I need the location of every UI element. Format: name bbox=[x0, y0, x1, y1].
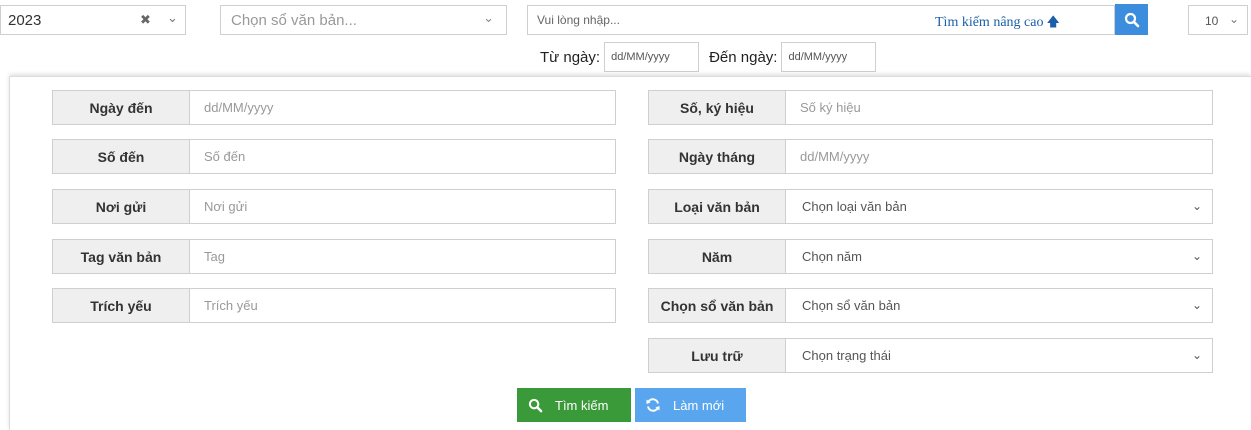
document-book-select-placeholder: Chọn sổ văn bản... bbox=[231, 12, 357, 29]
document-type-field: Loại văn bản Chọn loại văn bản ⌄ bbox=[648, 189, 1213, 224]
incoming-number-field: Số đến bbox=[52, 139, 616, 174]
select-value: Chọn năm bbox=[802, 249, 862, 264]
chevron-down-icon: ⌄ bbox=[1191, 298, 1202, 312]
field-label: Năm bbox=[649, 240, 786, 273]
document-type-select[interactable]: Chọn loại văn bản ⌄ bbox=[786, 190, 1212, 223]
summary-field: Trích yếu bbox=[52, 288, 616, 323]
field-label: Lưu trữ bbox=[649, 339, 786, 372]
refresh-icon bbox=[635, 397, 671, 413]
field-label: Loại văn bản bbox=[649, 190, 786, 223]
field-label: Nơi gửi bbox=[53, 190, 190, 223]
sender-input[interactable] bbox=[190, 190, 615, 223]
field-label: Ngày tháng bbox=[649, 140, 786, 173]
page-size-select[interactable]: 10 ⌄ bbox=[1188, 5, 1248, 35]
reset-label: Làm mới bbox=[673, 397, 725, 413]
year-select[interactable]: 2023 ✖ ⌄ bbox=[0, 5, 186, 35]
sender-field: Nơi gửi bbox=[52, 189, 616, 224]
field-label: Tag văn bản bbox=[53, 240, 190, 273]
select-value: Chọn sổ văn bản bbox=[802, 298, 901, 313]
top-toolbar: 2023 ✖ ⌄ Chọn sổ văn bản... ⌄ Tìm kiếm n… bbox=[0, 0, 1251, 76]
year-filter-select[interactable]: Chọn năm ⌄ bbox=[786, 240, 1212, 273]
year-select-value: 2023 bbox=[8, 12, 42, 29]
incoming-number-input[interactable] bbox=[190, 140, 615, 173]
select-value: Chọn loại văn bản bbox=[802, 199, 907, 214]
advanced-search-label: Tìm kiếm nâng cao bbox=[935, 15, 1044, 30]
keyword-search-input[interactable] bbox=[528, 6, 828, 34]
document-book-select[interactable]: Chọn sổ văn bản... ⌄ bbox=[220, 5, 507, 35]
received-date-input[interactable] bbox=[190, 91, 615, 124]
tag-field: Tag văn bản bbox=[52, 239, 616, 274]
submit-search-label: Tìm kiếm bbox=[555, 397, 609, 413]
chevron-down-icon[interactable]: ⌄ bbox=[1229, 12, 1239, 26]
summary-input[interactable] bbox=[190, 289, 615, 322]
field-label: Chọn sổ văn bản bbox=[649, 289, 786, 322]
chevron-down-icon: ⌄ bbox=[1191, 348, 1202, 362]
field-label: Số đến bbox=[53, 140, 190, 173]
field-label: Ngày đến bbox=[53, 91, 190, 124]
document-book-field: Chọn sổ văn bản Chọn sổ văn bản ⌄ bbox=[648, 288, 1213, 323]
chevron-down-icon[interactable]: ⌄ bbox=[167, 10, 178, 26]
field-label: Số, ký hiệu bbox=[649, 91, 786, 124]
received-date-field: Ngày đến bbox=[52, 90, 616, 125]
search-icon bbox=[517, 398, 553, 413]
document-book-filter-select[interactable]: Chọn sổ văn bản ⌄ bbox=[786, 289, 1212, 322]
select-value: Chọn trạng thái bbox=[802, 348, 891, 363]
document-number-input[interactable] bbox=[786, 91, 1212, 124]
document-date-field: Ngày tháng bbox=[648, 139, 1213, 174]
tag-input[interactable] bbox=[190, 240, 615, 273]
chevron-down-icon: ⌄ bbox=[1191, 199, 1202, 213]
arrow-up-icon: 🡅 bbox=[1046, 15, 1060, 30]
to-date-label: Đến ngày: bbox=[709, 48, 778, 66]
document-date-input[interactable] bbox=[786, 140, 1212, 173]
advanced-search-link[interactable]: Tìm kiếm nâng cao 🡅 bbox=[935, 13, 1060, 35]
page-size-value: 10 bbox=[1205, 14, 1219, 28]
to-date-input[interactable] bbox=[781, 42, 877, 72]
chevron-down-icon: ⌄ bbox=[1191, 249, 1202, 263]
field-label: Trích yếu bbox=[53, 289, 190, 322]
submit-search-button[interactable]: Tìm kiếm bbox=[517, 388, 631, 422]
reset-button[interactable]: Làm mới bbox=[635, 388, 746, 422]
document-number-field: Số, ký hiệu bbox=[648, 90, 1213, 125]
from-date-label: Từ ngày: bbox=[540, 48, 601, 66]
search-button[interactable] bbox=[1115, 4, 1148, 35]
clear-icon[interactable]: ✖ bbox=[140, 12, 151, 28]
date-range-filter: Từ ngày: Đến ngày: bbox=[540, 42, 877, 72]
chevron-down-icon[interactable]: ⌄ bbox=[483, 10, 494, 26]
archive-status-field: Lưu trữ Chọn trạng thái ⌄ bbox=[648, 338, 1213, 373]
search-icon bbox=[1124, 12, 1139, 27]
year-field: Năm Chọn năm ⌄ bbox=[648, 239, 1213, 274]
archive-status-select[interactable]: Chọn trạng thái ⌄ bbox=[786, 339, 1212, 372]
keyword-search-box: Tìm kiếm nâng cao🡅 bbox=[527, 5, 1115, 35]
from-date-input[interactable] bbox=[604, 42, 700, 72]
